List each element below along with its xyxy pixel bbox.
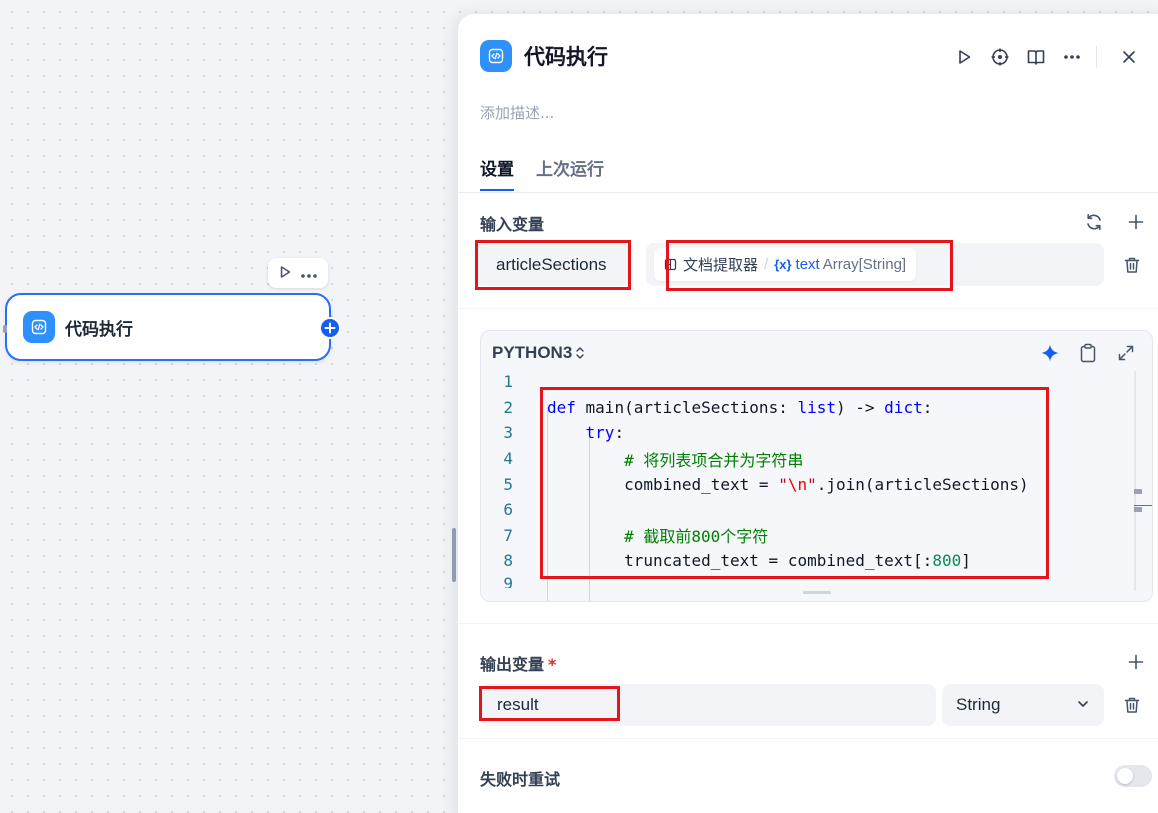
node-toolbar — [268, 258, 328, 288]
retry-toggle[interactable] — [1114, 765, 1152, 787]
annotation-highlight — [475, 240, 631, 290]
code-node[interactable]: 代码执行 — [3, 293, 341, 361]
close-icon[interactable] — [1111, 44, 1147, 70]
panel-actions — [946, 44, 1147, 70]
crosshair-icon[interactable] — [982, 44, 1018, 70]
node-settings-panel: 代码执行 添加描述... 设置 上次运行 输入变量 articleSection… — [458, 14, 1158, 813]
play-icon[interactable] — [946, 44, 982, 70]
tabs-divider — [458, 192, 1158, 193]
minimap-marker — [1134, 507, 1142, 512]
output-type-select[interactable]: String — [942, 684, 1104, 726]
clipboard-icon[interactable] — [1076, 341, 1100, 365]
annotation-highlight — [540, 387, 1049, 579]
section-divider — [458, 308, 1158, 309]
expand-icon[interactable] — [1114, 341, 1138, 365]
actions-divider — [1096, 46, 1097, 68]
annotation-highlight — [479, 686, 620, 721]
output-type-value: String — [956, 695, 1001, 714]
minimap-marker — [1134, 489, 1142, 494]
code-icon — [23, 311, 55, 343]
add-input-icon[interactable] — [1124, 210, 1148, 234]
trash-icon[interactable] — [1120, 253, 1144, 277]
required-mark: * — [548, 655, 557, 674]
more-icon[interactable] — [300, 264, 318, 283]
trash-icon[interactable] — [1120, 693, 1144, 717]
sparkle-icon[interactable] — [1038, 341, 1062, 365]
editor-resize-handle[interactable] — [803, 591, 831, 594]
plus-icon[interactable] — [319, 317, 341, 339]
output-variables-title: 输出变量 * — [480, 655, 557, 674]
play-icon[interactable] — [278, 264, 292, 283]
add-output-icon[interactable] — [1124, 650, 1148, 674]
more-icon[interactable] — [1054, 44, 1090, 70]
section-divider — [458, 623, 1158, 624]
code-icon — [480, 40, 512, 72]
code-scrollbar[interactable] — [1134, 371, 1136, 591]
chevron-down-icon — [1076, 696, 1090, 716]
chevron-up-down-icon[interactable] — [575, 346, 585, 360]
retry-on-failure-title: 失败时重试 — [480, 770, 561, 789]
annotation-highlight — [666, 240, 953, 291]
panel-tabs: 设置 上次运行 — [480, 155, 626, 191]
node-title: 代码执行 — [65, 319, 133, 340]
description-input[interactable]: 添加描述... — [480, 102, 554, 123]
node-input-handle[interactable] — [3, 325, 7, 333]
section-divider — [458, 738, 1158, 739]
minimap-cursor — [1134, 505, 1152, 506]
tab-settings[interactable]: 设置 — [480, 155, 514, 191]
panel-header: 代码执行 — [480, 40, 608, 72]
book-icon[interactable] — [1018, 44, 1054, 70]
language-selector[interactable]: PYTHON3 — [492, 343, 572, 363]
refresh-icon[interactable] — [1082, 210, 1106, 234]
panel-resize-handle[interactable] — [452, 528, 456, 582]
code-tools — [1038, 341, 1138, 365]
tab-last-run[interactable]: 上次运行 — [536, 155, 604, 191]
panel-title[interactable]: 代码执行 — [524, 41, 608, 71]
input-variables-title: 输入变量 — [480, 215, 545, 234]
